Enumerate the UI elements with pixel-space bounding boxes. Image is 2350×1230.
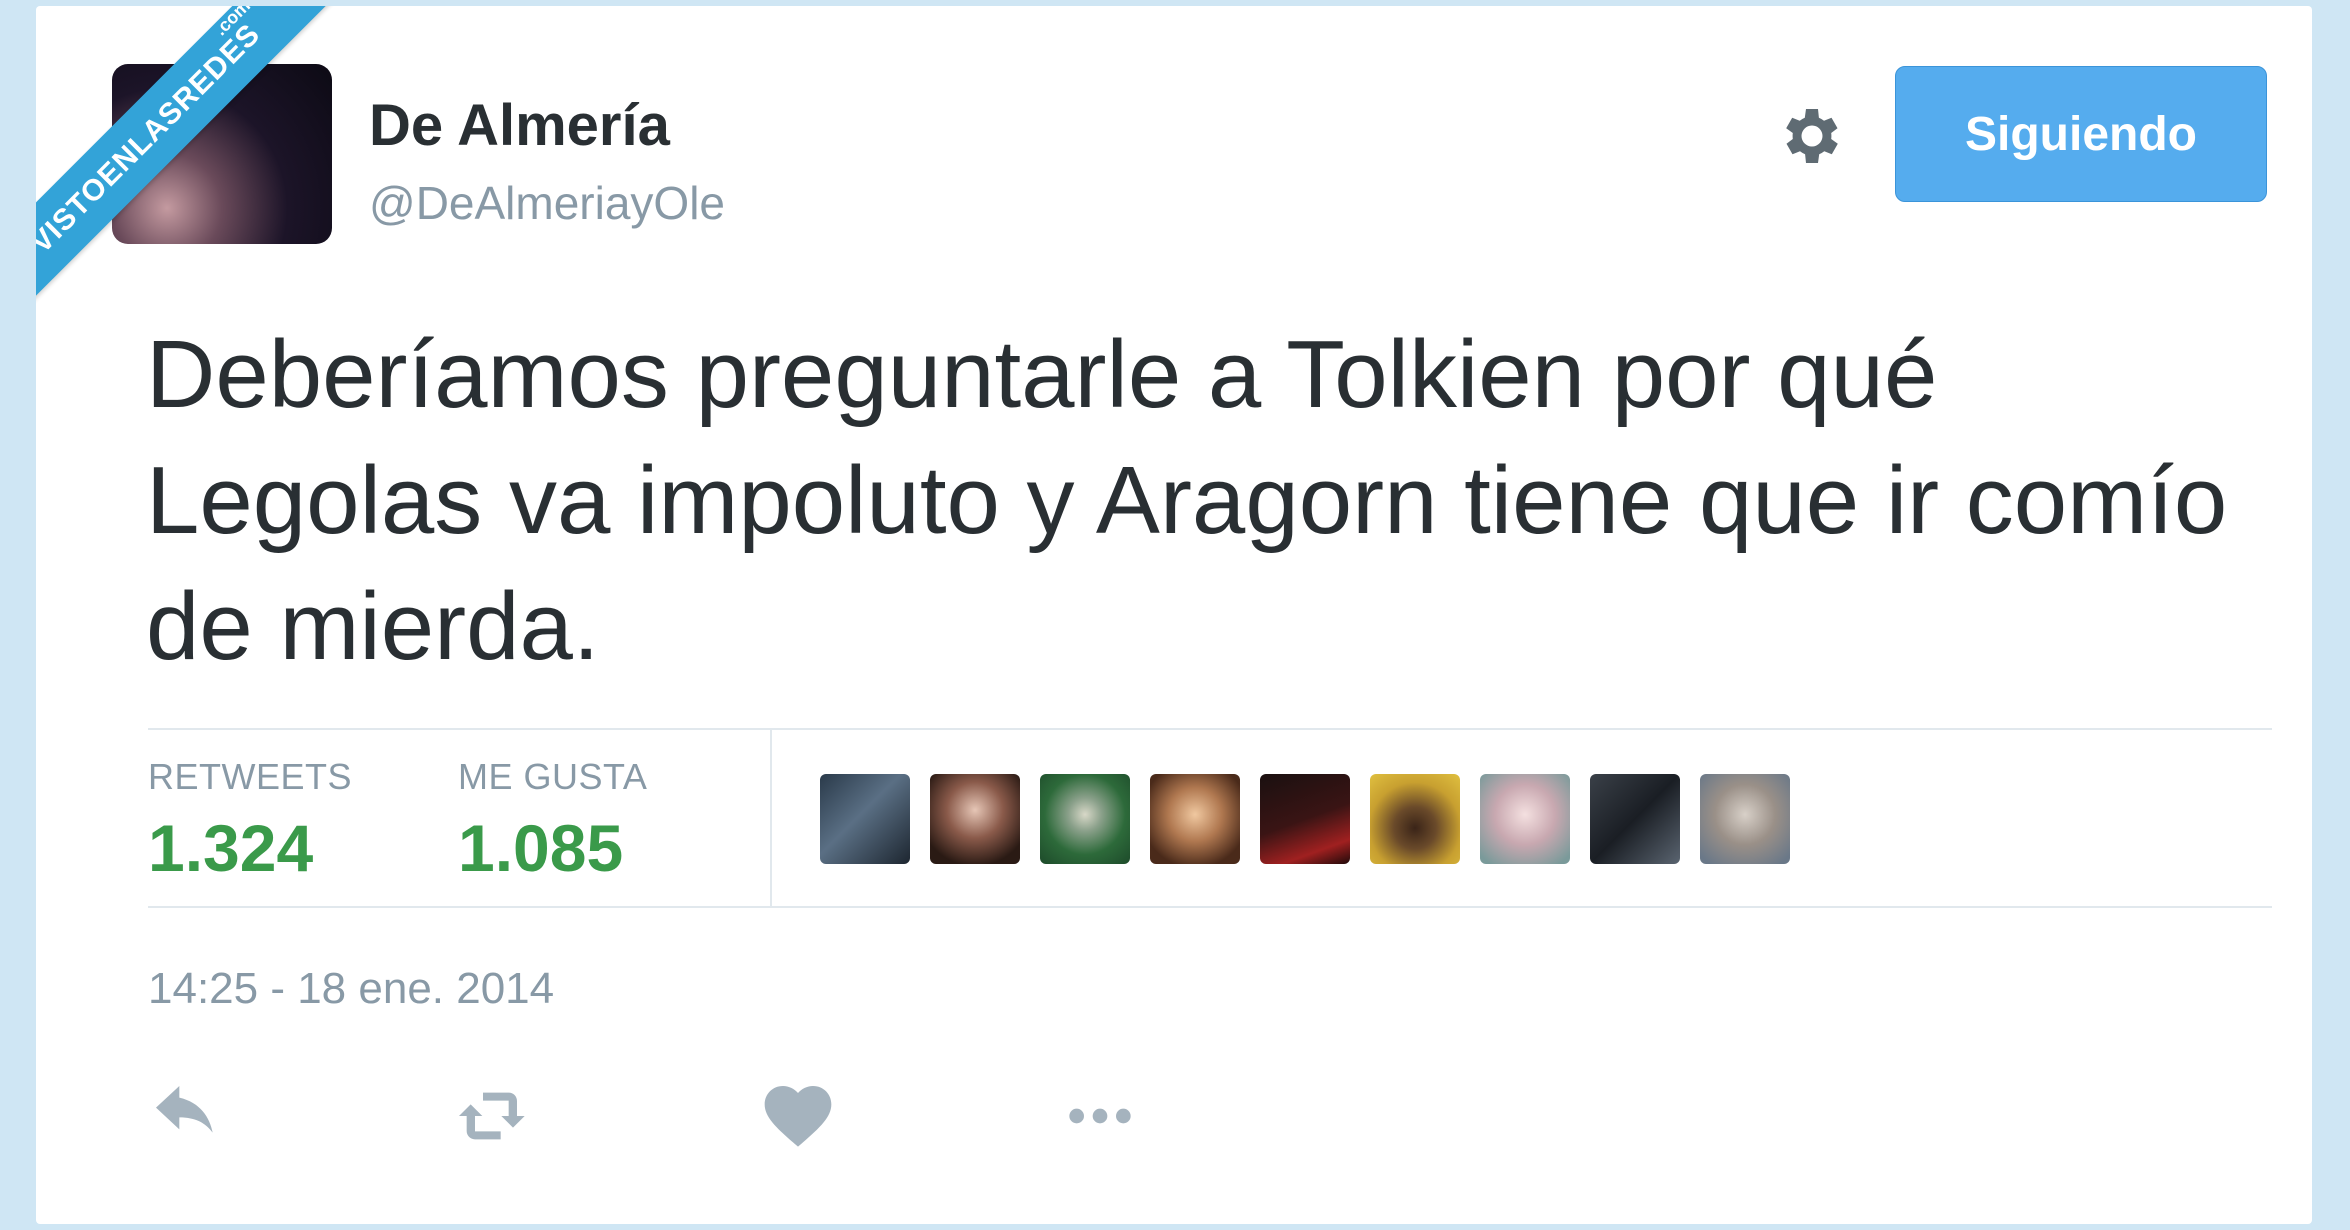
- tweet-text: Deberíamos preguntarle a Tolkien por qué…: [146, 321, 2228, 680]
- liker-avatar[interactable]: [1150, 774, 1240, 864]
- likes-stat[interactable]: ME GUSTA 1.085: [458, 756, 647, 886]
- watermark-ribbon: VISTOENLASREDES .com: [36, 6, 396, 366]
- liker-avatar[interactable]: [1590, 774, 1680, 864]
- stats-top-divider: [148, 728, 2272, 730]
- reply-icon[interactable]: [146, 1076, 226, 1156]
- watermark-text: VISTOENLASREDES: [36, 17, 267, 260]
- watermark-ribbon-band: VISTOENLASREDES .com: [36, 6, 354, 347]
- user-handle[interactable]: @DeAlmeriayOle: [369, 176, 725, 230]
- retweets-label: RETWEETS: [148, 756, 353, 797]
- liker-avatar[interactable]: [1700, 774, 1790, 864]
- more-icon[interactable]: [1060, 1076, 1140, 1156]
- retweets-stat[interactable]: RETWEETS 1.324: [148, 756, 352, 886]
- likes-label: ME GUSTA: [458, 756, 648, 797]
- liker-avatar[interactable]: [1480, 774, 1570, 864]
- stats-vertical-divider: [770, 730, 772, 906]
- retweet-icon[interactable]: [454, 1076, 534, 1156]
- liker-avatar[interactable]: [820, 774, 910, 864]
- tweet-card: VISTOENLASREDES .com De Almería @DeAlmer…: [36, 6, 2312, 1224]
- stats-bottom-divider: [148, 906, 2272, 908]
- heart-icon[interactable]: [758, 1076, 838, 1156]
- tweet-timestamp[interactable]: 14:25 - 18 ene. 2014: [148, 964, 554, 1014]
- following-button[interactable]: Siguiendo: [1895, 66, 2267, 202]
- liker-avatar[interactable]: [1370, 774, 1460, 864]
- likes-count: 1.085: [458, 811, 624, 885]
- display-name[interactable]: De Almería: [369, 92, 670, 159]
- gear-icon[interactable]: [1776, 100, 1848, 172]
- liker-avatar[interactable]: [930, 774, 1020, 864]
- liker-avatar[interactable]: [1040, 774, 1130, 864]
- liker-avatar[interactable]: [1260, 774, 1350, 864]
- retweets-count: 1.324: [148, 811, 314, 885]
- liker-avatars: [820, 774, 1790, 864]
